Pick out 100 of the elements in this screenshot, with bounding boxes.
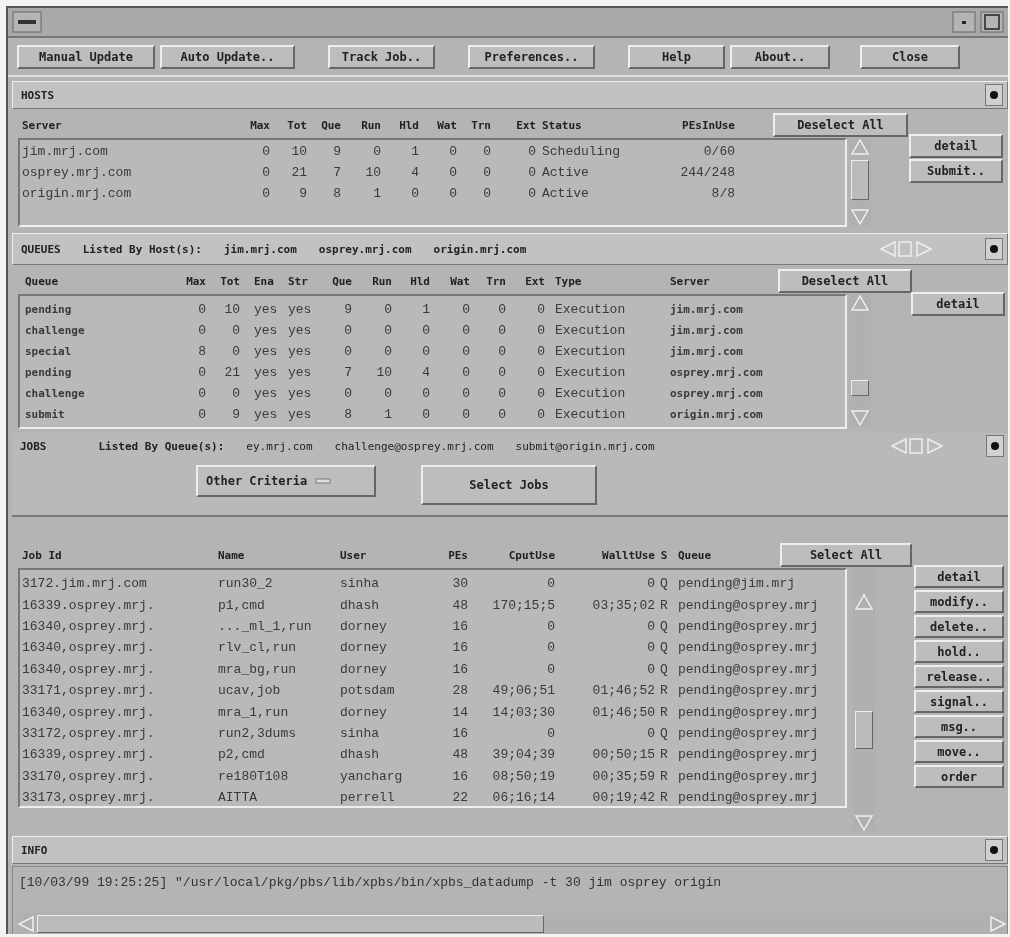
minimize-button[interactable] bbox=[952, 11, 976, 33]
table-cell-text: 00;19;42 bbox=[591, 790, 655, 806]
table-cell-text: 01;46;52 bbox=[591, 683, 655, 699]
action-button[interactable]: hold.. bbox=[914, 640, 1004, 663]
table-cell-text: dorney bbox=[340, 618, 388, 634]
scrollbar-thumb[interactable] bbox=[851, 380, 869, 396]
table-cell-text: re180T108 bbox=[218, 768, 290, 784]
table-cell-text: run2,3dums bbox=[218, 725, 297, 741]
listed-by-item: jim.mrj.com bbox=[223, 242, 297, 256]
table-cell-text: 1 bbox=[421, 302, 430, 317]
section-title: QUEUES bbox=[21, 242, 61, 256]
table-cell-text: 0 bbox=[261, 165, 270, 180]
table-cell-text: 0 bbox=[343, 323, 352, 338]
collapse-button[interactable] bbox=[985, 839, 1003, 861]
vertical-scrollbar[interactable] bbox=[849, 294, 871, 427]
collapse-button[interactable] bbox=[985, 84, 1003, 106]
vertical-scrollbar[interactable] bbox=[849, 138, 871, 226]
table-cell-text: 0 bbox=[546, 576, 555, 592]
table-cell-text: 244/248 bbox=[679, 165, 735, 180]
table-cell-text: Scheduling bbox=[541, 144, 621, 159]
table-cell-text: pending@osprey.mrj bbox=[677, 790, 820, 806]
table-cell-text: 0 bbox=[343, 344, 352, 359]
window-menu-button[interactable] bbox=[12, 11, 42, 33]
table-cell-text: 16339.osprey.mrj. bbox=[22, 597, 156, 613]
table-cell-text: 0 bbox=[197, 302, 206, 317]
toolbar-button[interactable]: Help bbox=[628, 45, 725, 69]
table-cell-text: yes bbox=[253, 302, 279, 317]
table-cell-text: 0 bbox=[536, 407, 545, 422]
column-header: S bbox=[659, 548, 669, 562]
table-cell-text: Q bbox=[659, 640, 669, 656]
table-cell-text: 0 bbox=[546, 661, 555, 677]
action-button[interactable]: signal.. bbox=[914, 690, 1004, 713]
table-cell-text: 0 bbox=[261, 144, 270, 159]
action-button[interactable]: detail bbox=[914, 565, 1004, 588]
action-button[interactable]: Submit.. bbox=[909, 159, 1003, 183]
toolbar-button[interactable]: Track Job.. bbox=[328, 45, 435, 69]
table-cell-text: 9 bbox=[332, 144, 341, 159]
column-header: PEsInUse bbox=[681, 118, 735, 132]
table-cell-text: pending@osprey.mrj bbox=[677, 683, 820, 699]
table-cell-text: yes bbox=[253, 386, 279, 401]
table-cell-text: origin.mrj.com bbox=[669, 408, 764, 421]
toolbar-button[interactable]: Manual Update bbox=[17, 45, 155, 69]
table-cell-text: R bbox=[659, 747, 669, 763]
action-button[interactable]: modify.. bbox=[914, 590, 1004, 613]
table-cell-text: 0 bbox=[231, 323, 240, 338]
column-header: User bbox=[340, 548, 368, 562]
table-cell-text: 10 bbox=[290, 144, 307, 159]
table-cell-text: 0 bbox=[461, 407, 470, 422]
collapse-button[interactable] bbox=[986, 435, 1004, 457]
section-title: INFO bbox=[21, 843, 48, 857]
column-header: Ena bbox=[253, 274, 275, 288]
table-cell-text: pending@osprey.mrj bbox=[677, 768, 820, 784]
toolbar-button[interactable]: Preferences.. bbox=[468, 45, 595, 69]
table-cell-text: 33172,osprey.mrj. bbox=[22, 725, 156, 741]
table-cell-text: 0 bbox=[546, 618, 555, 634]
section-title: HOSTS bbox=[21, 88, 55, 102]
action-button[interactable]: msg.. bbox=[914, 715, 1004, 738]
column-header: Str bbox=[288, 274, 309, 288]
toolbar-button[interactable]: Auto Update.. bbox=[160, 45, 295, 69]
table-cell-text: 0 bbox=[461, 344, 470, 359]
horizontal-scrollbar[interactable] bbox=[17, 913, 1007, 934]
table-cell-text: 0 bbox=[261, 186, 270, 201]
maximize-button[interactable] bbox=[980, 11, 1004, 33]
scrollbar-thumb[interactable] bbox=[37, 915, 544, 933]
toolbar-button[interactable]: About.. bbox=[730, 45, 830, 69]
table-cell-text: origin.mrj.com bbox=[22, 186, 133, 201]
action-button[interactable]: move.. bbox=[914, 740, 1004, 763]
table-cell-text: R bbox=[659, 597, 669, 613]
action-button[interactable]: detail bbox=[911, 292, 1005, 316]
table-cell-text: 1 bbox=[410, 144, 419, 159]
table-cell-text: 0 bbox=[646, 661, 655, 677]
collapse-button[interactable] bbox=[985, 238, 1003, 260]
table-cell-text: pending@jim.mrj bbox=[677, 576, 797, 592]
table-cell-text: 0 bbox=[461, 302, 470, 317]
listed-by-label: Listed By Queue(s): bbox=[98, 439, 225, 453]
table-cell-text: 0 bbox=[461, 365, 470, 380]
table-cell-text: R bbox=[659, 683, 669, 699]
table-cell-text: 16 bbox=[451, 768, 468, 784]
action-button[interactable]: order bbox=[914, 765, 1004, 788]
table-cell-text: 0 bbox=[410, 186, 419, 201]
table-cell-text: pending@osprey.mrj bbox=[677, 640, 820, 656]
deselect-all-button[interactable]: Deselect All bbox=[778, 269, 912, 293]
action-button[interactable]: delete.. bbox=[914, 615, 1004, 638]
column-header: Wat bbox=[449, 274, 470, 288]
criteria-menu[interactable]: Other Criteria bbox=[196, 465, 376, 497]
action-button[interactable]: release.. bbox=[914, 665, 1004, 688]
vertical-scrollbar[interactable] bbox=[853, 568, 875, 832]
table-cell-text: 16340,osprey.mrj. bbox=[22, 704, 156, 720]
action-button[interactable]: detail bbox=[909, 134, 1003, 158]
column-header: Queue bbox=[677, 548, 713, 562]
scrollbar-thumb[interactable] bbox=[851, 160, 869, 200]
table-cell-text: 28 bbox=[451, 683, 468, 699]
toolbar-button[interactable]: Close bbox=[860, 45, 960, 69]
select-jobs-button[interactable]: Select Jobs bbox=[421, 465, 597, 505]
table-cell-text: 0 bbox=[546, 640, 555, 656]
table-cell-text: 9 bbox=[231, 407, 240, 422]
deselect-all-button[interactable]: Deselect All bbox=[773, 113, 908, 137]
select-all-button[interactable]: Select All bbox=[780, 543, 912, 567]
scrollbar-thumb[interactable] bbox=[855, 711, 873, 749]
listed-by-item: origin.mrj.com bbox=[433, 242, 527, 256]
